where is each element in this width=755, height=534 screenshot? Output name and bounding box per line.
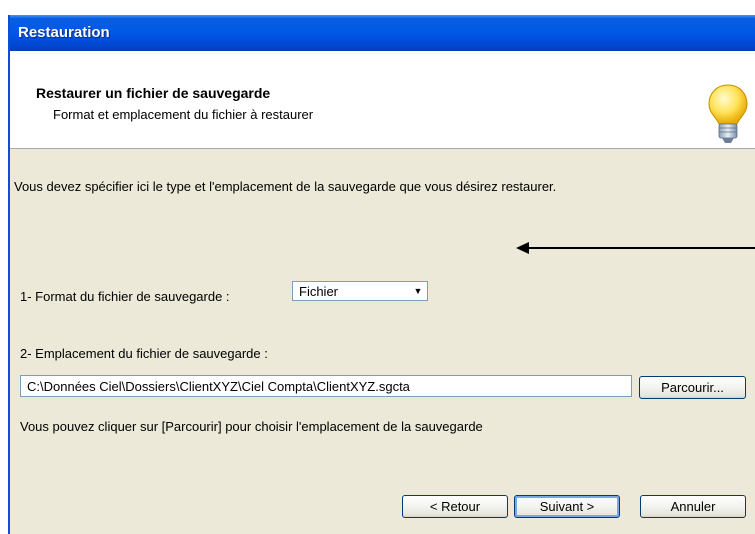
- intro-text: Vous devez spécifier ici le type et l'em…: [14, 179, 557, 194]
- header-title: Restaurer un fichier de sauvegarde: [36, 85, 271, 101]
- arrow-left-icon: [516, 242, 755, 254]
- lightbulb-icon: [708, 84, 748, 143]
- chevron-down-icon[interactable]: ▼: [410, 283, 426, 299]
- hint-text: Vous pouvez cliquer sur [Parcourir] pour…: [20, 419, 483, 434]
- title-bar[interactable]: Restauration: [10, 15, 755, 51]
- header-subtitle: Format et emplacement du fichier à resta…: [53, 107, 314, 122]
- format-label: 1- Format du fichier de sauvegarde :: [20, 289, 230, 304]
- browse-button[interactable]: Parcourir...: [639, 376, 746, 399]
- back-button[interactable]: < Retour: [402, 495, 508, 518]
- location-input[interactable]: C:\Données Ciel\Dossiers\ClientXYZ\Ciel …: [20, 375, 632, 397]
- dialog-body: Vous devez spécifier ici le type et l'em…: [10, 149, 755, 534]
- location-label: 2- Emplacement du fichier de sauvegarde …: [20, 346, 268, 361]
- restore-dialog: Restauration Restaurer un fichier de sau…: [8, 15, 755, 534]
- window-title: Restauration: [18, 24, 110, 41]
- format-select[interactable]: Fichier ▼: [292, 281, 428, 301]
- next-button[interactable]: Suivant >: [514, 495, 620, 518]
- cancel-button[interactable]: Annuler: [640, 495, 746, 518]
- format-select-value: Fichier: [299, 284, 339, 299]
- wizard-header: Restaurer un fichier de sauvegarde Forma…: [10, 51, 755, 149]
